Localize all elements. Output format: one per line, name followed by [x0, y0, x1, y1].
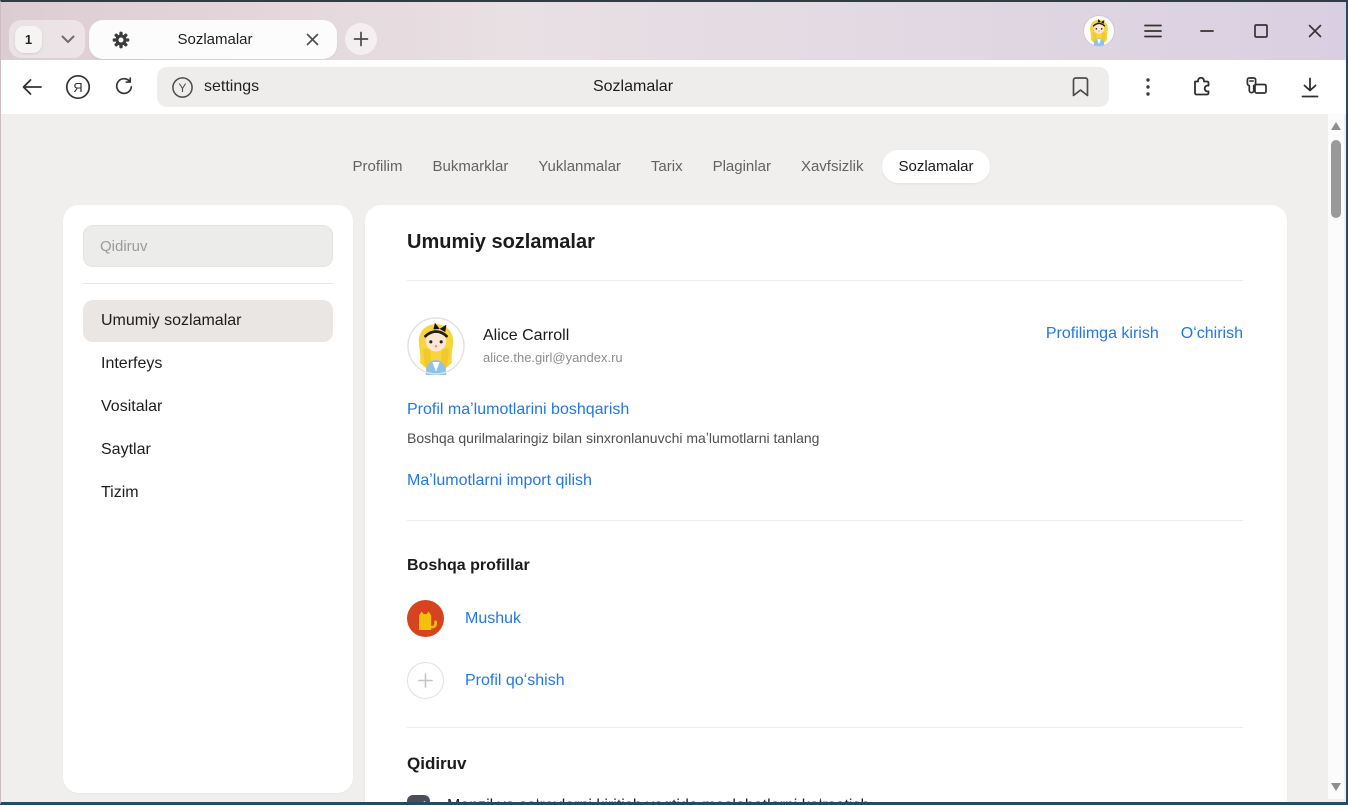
sidebar-item-saytlar[interactable]: Saytlar [83, 429, 333, 471]
profile-item-mushuk[interactable]: Mushuk [407, 600, 1243, 637]
omnibox-page-title: Sozlamalar [157, 78, 1109, 96]
passwords-icon [1243, 75, 1269, 99]
close-window-button[interactable] [1288, 9, 1342, 53]
sidebar-item-tizim[interactable]: Tizim [83, 472, 333, 514]
settings-content: Umumiy sozlamalar Alice Carroll alice.th… [365, 205, 1287, 805]
page-title: Umumiy sozlamalar [407, 231, 1243, 254]
yandex-logo: Я [65, 74, 91, 100]
mushuk-avatar [407, 600, 444, 637]
other-profiles-title: Boshqa profillar [407, 557, 1243, 575]
divider [407, 280, 1243, 281]
sidebar-item-interfeys[interactable]: Interfeys [83, 343, 333, 385]
browser-window: 1 Sozlamalar [0, 0, 1348, 805]
settings-sidebar: Umumiy sozlamalar Interfeys Vositalar Sa… [63, 205, 353, 793]
profile-info: Alice Carroll alice.the.girl@yandex.ru [483, 327, 623, 365]
chevron-down-icon[interactable] [61, 35, 75, 44]
suggestions-setting-row[interactable]: Manzil va soʻrovlarni kiritish vaqtida m… [407, 795, 1243, 805]
kebab-icon [1146, 78, 1150, 96]
nav-tab-plaginlar[interactable]: Plaginlar [702, 150, 782, 183]
extensions-button[interactable] [1175, 67, 1229, 107]
bookmark-icon [1072, 77, 1089, 97]
maximize-button[interactable] [1234, 9, 1288, 53]
settings-page: Profilim Bukmarklar Yuklanmalar Tarix Pl… [1, 114, 1330, 802]
profile-avatar [407, 317, 465, 375]
plus-icon [353, 31, 369, 47]
delete-profile-link[interactable]: Oʻchirish [1181, 325, 1243, 343]
checkmark-icon [412, 801, 426, 805]
reload-icon [113, 76, 135, 98]
menu-icon [1144, 24, 1162, 38]
scroll-down-arrow[interactable] [1331, 783, 1341, 791]
sidebar-divider [83, 283, 333, 284]
profile-link-mushuk[interactable]: Mushuk [465, 610, 521, 628]
user-avatar [1084, 16, 1114, 46]
suggestions-checkbox[interactable] [407, 795, 430, 805]
download-icon [1300, 77, 1320, 98]
gear-icon [111, 30, 131, 50]
sync-description: Boshqa qurilmalaringiz bilan sinxronlanu… [407, 430, 1243, 446]
site-badge-icon[interactable]: Y [171, 76, 194, 99]
profile-email: alice.the.girl@yandex.ru [483, 350, 623, 365]
back-icon [21, 78, 43, 96]
login-profile-link[interactable]: Profilimga kirish [1046, 325, 1159, 343]
maximize-icon [1254, 24, 1268, 38]
add-profile-link[interactable]: Profil qoʻshish [465, 672, 565, 690]
minimize-icon [1200, 29, 1214, 33]
downloads-button[interactable] [1283, 67, 1337, 107]
tab-close-button[interactable] [299, 27, 325, 53]
tab-count-badge[interactable]: 1 [15, 26, 42, 53]
nav-tab-sozlamalar[interactable]: Sozlamalar [882, 150, 989, 183]
tab-counter[interactable]: 1 [9, 20, 85, 58]
nav-tab-tarix[interactable]: Tarix [640, 150, 694, 183]
sidebar-item-umumiy-sozlamalar[interactable]: Umumiy sozlamalar [83, 300, 333, 342]
url-text[interactable]: settings [204, 78, 259, 96]
nav-tab-profilim[interactable]: Profilim [341, 150, 413, 183]
nav-tab-bukmarklar[interactable]: Bukmarklar [422, 150, 520, 183]
bookmark-button[interactable] [1061, 67, 1099, 107]
settings-nav: Profilim Bukmarklar Yuklanmalar Tarix Pl… [1, 150, 1330, 183]
window-controls [1072, 2, 1342, 60]
profile-links: Profilimga kirish Oʻchirish [1046, 325, 1243, 343]
tab-title: Sozlamalar [131, 31, 299, 48]
import-data-link[interactable]: Maʼlumotlarni import qilish [407, 472, 592, 490]
scroll-up-arrow[interactable] [1331, 122, 1341, 130]
new-tab-button[interactable] [345, 23, 377, 55]
profile-name: Alice Carroll [483, 327, 623, 345]
back-button[interactable] [9, 67, 55, 107]
scrollbar-thumb[interactable] [1331, 140, 1341, 218]
nav-tab-xavfsizlik[interactable]: Xavfsizlik [790, 150, 875, 183]
add-profile-row[interactable]: Profil qoʻshish [407, 662, 1243, 699]
close-icon [1308, 24, 1322, 38]
address-bar[interactable]: Y settings Sozlamalar [157, 67, 1109, 107]
search-section-title: Qidiruv [407, 754, 1243, 774]
current-profile-row: Alice Carroll alice.the.girl@yandex.ru P… [407, 317, 1243, 375]
plus-icon [418, 673, 433, 688]
divider [407, 520, 1243, 521]
titlebar: 1 Sozlamalar [1, 2, 1346, 60]
manage-profile-data-link[interactable]: Profil maʼlumotlarini boshqarish [407, 401, 629, 419]
passwords-button[interactable] [1229, 67, 1283, 107]
profile-avatar-button[interactable] [1072, 9, 1126, 53]
sidebar-item-vositalar[interactable]: Vositalar [83, 386, 333, 428]
divider [407, 727, 1243, 728]
settings-search-input[interactable] [83, 225, 333, 267]
svg-text:Y: Y [179, 80, 187, 94]
suggestions-checkbox-label: Manzil va soʻrovlarni kiritish vaqtida m… [447, 795, 869, 805]
reload-button[interactable] [101, 67, 147, 107]
nav-tab-yuklanmalar[interactable]: Yuklanmalar [527, 150, 632, 183]
yandex-home-button[interactable]: Я [55, 67, 101, 107]
svg-text:Я: Я [73, 80, 82, 95]
toolbar: Я Y settings Sozlamalar [1, 60, 1346, 114]
toolbar-menu-button[interactable] [1121, 67, 1175, 107]
browser-tab-settings[interactable]: Sozlamalar [89, 20, 337, 59]
page-scrollbar[interactable] [1328, 114, 1344, 799]
close-icon [306, 33, 319, 46]
extensions-icon [1190, 75, 1214, 99]
add-profile-circle [407, 662, 444, 699]
minimize-button[interactable] [1180, 9, 1234, 53]
browser-menu-button[interactable] [1126, 9, 1180, 53]
